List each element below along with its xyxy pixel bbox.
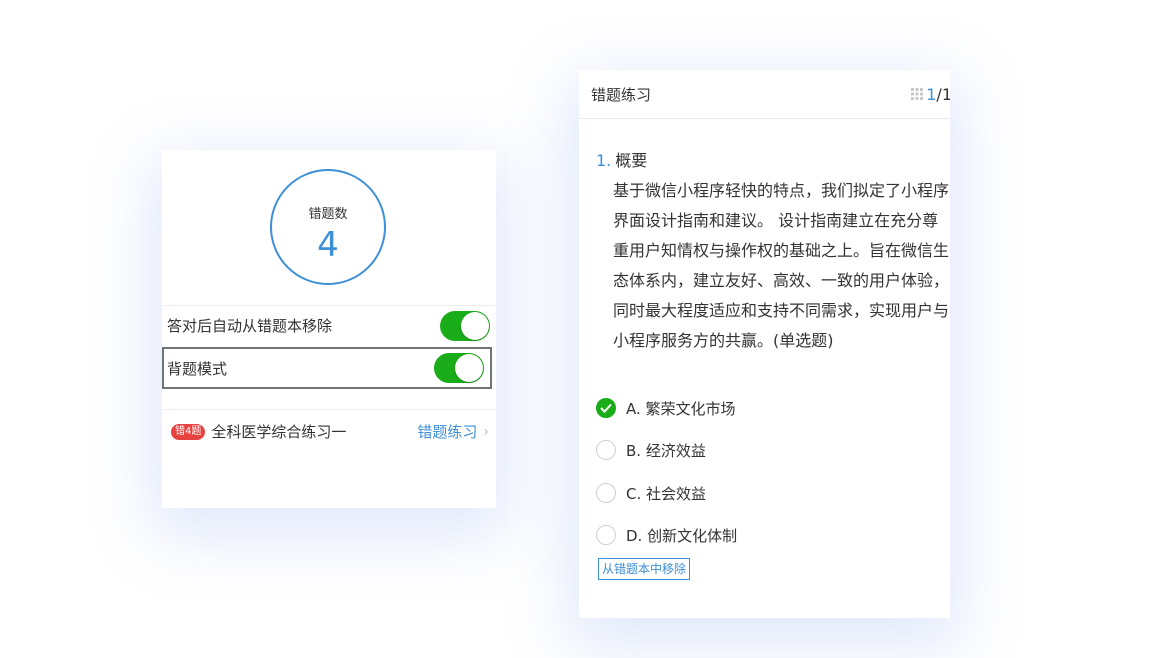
wrong-practice-link[interactable]: 错题练习 [417,421,477,442]
radio-icon [596,483,616,503]
page-title: 错题练习 [591,85,652,104]
recite-mode-toggle[interactable] [434,353,484,383]
list-item[interactable]: 错4题 全科医学综合练习一 错题练习 › [162,409,496,453]
option-b-label: B. 经济效益 [626,441,706,460]
option-b[interactable]: B. 经济效益 [596,438,706,462]
recite-mode-label: 背题模式 [167,359,228,378]
checkmark-icon [600,403,612,413]
option-a[interactable]: A. 繁荣文化市场 [596,396,736,420]
wrong-count-circle: 错题数 4 [270,169,386,285]
total-questions: 1 [941,84,950,104]
option-d-label: D. 创新文化体制 [626,526,738,545]
question-title: 概要 [615,151,648,170]
wrong-count-badge: 错4题 [171,423,206,440]
option-c[interactable]: C. 社会效益 [596,481,706,505]
stage: 错题数 4 答对后自动从错题本移除 背题模式 错4题 全科医学综合练习一 错题练… [0,0,1150,658]
current-question: 1 [926,84,937,104]
auto-remove-setting: 答对后自动从错题本移除 [162,305,496,345]
question-body: 基于微信小程序轻快的特点，我们拟定了小程序界面设计指南和建议。 设计指南建立在充… [613,181,950,350]
question-block: 1. 概要 基于微信小程序轻快的特点，我们拟定了小程序界面设计指南和建议。 设计… [596,146,950,356]
chevron-right-icon: › [483,423,489,440]
radio-icon [596,525,616,545]
toggle-knob [455,354,483,382]
question-title-row: 1. 概要 [596,146,950,176]
toggle-knob [461,311,489,340]
exercise-title: 全科医学综合练习一 [211,423,347,441]
radio-icon [596,440,616,460]
wrong-book-card: 错题数 4 答对后自动从错题本移除 背题模式 错4题 全科医学综合练习一 错题练… [162,150,496,508]
practice-card: 错题练习 1/1 1. 概要 基于微信小程序轻快的特点，我们拟定了小程序界面设计… [579,70,950,618]
wrong-count-label: 错题数 [308,207,348,222]
option-a-label: A. 繁荣文化市场 [626,399,736,418]
grid-icon [911,88,924,100]
option-c-label: C. 社会效益 [626,484,707,503]
practice-header: 错题练习 1/1 [579,70,950,119]
question-number: 1. [596,151,612,170]
remove-from-wrong-book-button[interactable]: 从错题本中移除 [598,558,691,580]
auto-remove-label: 答对后自动从错题本移除 [167,317,333,335]
radio-checked-icon [596,398,616,418]
recite-mode-setting: 背题模式 [162,347,492,389]
question-counter[interactable]: 1/1 [911,85,950,104]
option-d[interactable]: D. 创新文化体制 [596,523,737,547]
wrong-count-value: 4 [317,225,339,265]
auto-remove-toggle[interactable] [440,310,490,341]
